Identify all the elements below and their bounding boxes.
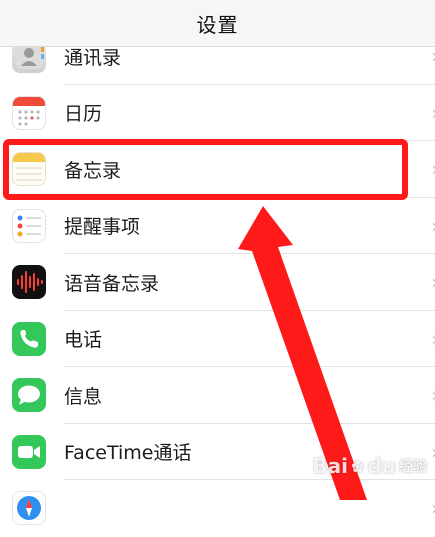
settings-row-reminders[interactable]: 提醒事项 › — [0, 198, 435, 254]
settings-row-safari[interactable]: › — [0, 480, 435, 537]
notes-icon — [12, 152, 46, 187]
reminders-icon — [12, 208, 46, 243]
settings-row-label: 信息 — [64, 385, 103, 408]
paw-icon: ✿ — [351, 456, 365, 476]
watermark: Bai ✿ du 经验 — [312, 454, 427, 478]
settings-row-label: 提醒事项 — [64, 216, 141, 239]
chevron-right-icon: › — [431, 440, 435, 464]
settings-row-label: 日历 — [64, 103, 103, 126]
settings-row-label: 备忘录 — [64, 159, 122, 182]
phone-icon — [12, 321, 46, 356]
settings-row-messages[interactable]: 信息 › — [0, 367, 435, 424]
calendar-icon — [12, 95, 46, 130]
watermark-brand: Bai — [312, 454, 349, 478]
settings-row-label: 电话 — [64, 329, 103, 352]
settings-row-label: 语音备忘录 — [64, 272, 160, 295]
facetime-icon — [12, 434, 46, 469]
messages-icon — [12, 378, 46, 413]
chevron-right-icon: › — [431, 157, 435, 181]
chevron-right-icon: › — [431, 44, 435, 68]
settings-row-label: FaceTime通话 — [64, 442, 192, 465]
watermark-mark: du — [367, 454, 396, 478]
settings-row-voice-memos[interactable]: 语音备忘录 › — [0, 254, 435, 311]
chevron-right-icon: › — [431, 383, 435, 407]
navigation-bar: 设置 — [0, 0, 435, 47]
chevron-right-icon: › — [431, 327, 435, 351]
safari-icon — [12, 491, 46, 526]
chevron-right-icon: › — [431, 101, 435, 125]
settings-row-phone[interactable]: 电话 › — [0, 311, 435, 367]
chevron-right-icon: › — [431, 270, 435, 294]
settings-row-notes[interactable]: 备忘录 › — [0, 141, 435, 198]
chevron-right-icon: › — [431, 214, 435, 238]
page-title: 设置 — [196, 12, 239, 37]
settings-row-calendar[interactable]: 日历 › — [0, 85, 435, 141]
watermark-suffix: 经验 — [399, 459, 427, 475]
voice-memos-icon — [12, 265, 46, 300]
